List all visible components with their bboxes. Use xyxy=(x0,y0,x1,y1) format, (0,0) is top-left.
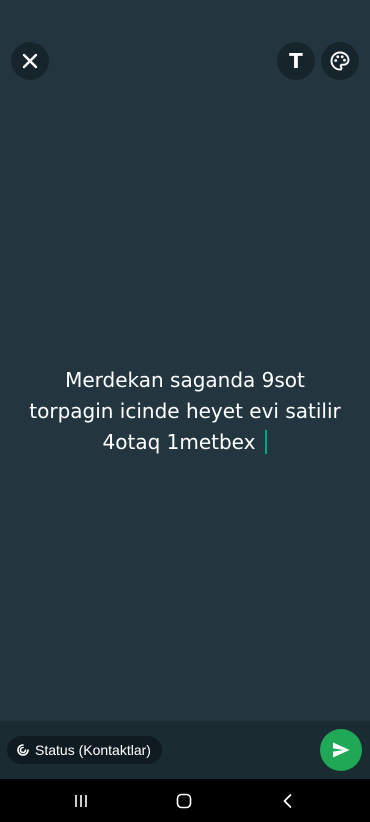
status-text-line: Merdekan saganda 9sot xyxy=(65,368,305,392)
recent-apps-icon xyxy=(75,795,87,807)
status-audience-label: Status (Kontaktlar) xyxy=(35,742,151,758)
background-color-button[interactable] xyxy=(321,42,359,80)
status-text-line: 4otaq 1metbex xyxy=(102,430,256,454)
status-privacy-icon xyxy=(17,744,29,756)
text-cursor xyxy=(265,430,268,454)
send-button[interactable] xyxy=(320,729,362,771)
home-icon xyxy=(176,793,192,809)
system-navigation-bar xyxy=(0,779,370,822)
text-style-button[interactable]: T xyxy=(277,42,315,80)
palette-icon xyxy=(330,51,350,71)
close-icon xyxy=(22,53,38,69)
back-button[interactable] xyxy=(276,789,300,813)
status-audience-button[interactable]: Status (Kontaktlar) xyxy=(7,736,162,764)
recent-apps-button[interactable] xyxy=(69,789,93,813)
status-text-line-last: 4otaq 1metbex xyxy=(10,427,360,458)
status-text-line: torpagin icinde heyet evi satilir xyxy=(29,399,341,423)
close-button[interactable] xyxy=(11,42,49,80)
send-icon xyxy=(333,742,350,758)
status-text-composer: T Merdekan saganda 9sot torpagin icinde … xyxy=(0,0,370,822)
status-text-input[interactable]: Merdekan saganda 9sot torpagin icinde he… xyxy=(10,365,360,458)
home-button[interactable] xyxy=(172,789,196,813)
text-style-icon: T xyxy=(289,49,303,73)
back-icon xyxy=(283,794,292,808)
